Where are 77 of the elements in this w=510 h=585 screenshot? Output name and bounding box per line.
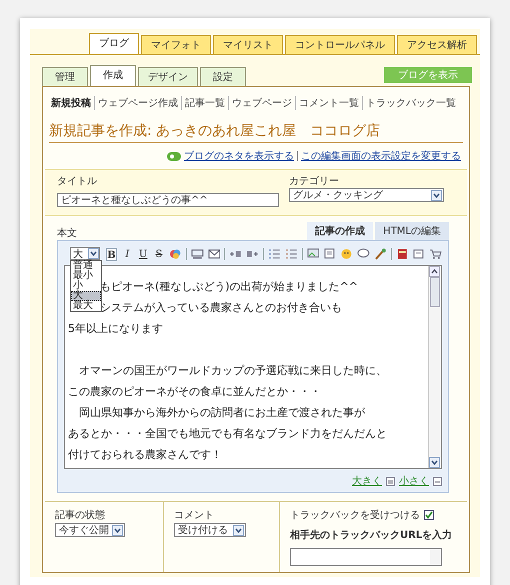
scroll-down-icon[interactable] — [429, 457, 440, 468]
numbered-list-icon[interactable] — [284, 248, 298, 260]
scrollbar[interactable] — [428, 266, 441, 468]
body-label: 本文 — [57, 226, 77, 240]
cart-icon[interactable] — [429, 248, 442, 260]
caret-icon[interactable] — [112, 524, 123, 536]
font-size-option[interactable]: 小 — [71, 281, 101, 291]
section-tab[interactable]: 作成 — [90, 65, 136, 86]
book-icon[interactable] — [396, 248, 408, 260]
category-label: カテゴリー — [289, 175, 340, 188]
editor-tab[interactable]: HTMLの編集 — [375, 222, 449, 240]
check-icon — [425, 511, 433, 519]
brush-icon[interactable] — [374, 248, 387, 260]
body-text-line: オマーンの国王がワールドカップの予選応戦に来日した時に、 — [78, 363, 387, 379]
page-heading: 新規記事を作成: あっきのあれ屋これ屋 ココログ店 — [49, 122, 463, 143]
image-icon[interactable] — [306, 248, 320, 260]
trackback-url-label: 相手先のトラックバックURLを入力 — [290, 528, 454, 542]
emoji-icon[interactable] — [340, 248, 353, 260]
expand-icon[interactable] — [386, 476, 395, 486]
body-text-line: あるとか・・・全国でも地元でも有名なブランド力をだんだんと — [68, 426, 387, 442]
help-link[interactable]: ブログのネタを表示する — [184, 149, 294, 163]
text-color-icon[interactable] — [168, 248, 182, 260]
indent-icon[interactable] — [229, 248, 242, 260]
format-button[interactable]: U — [137, 248, 150, 260]
caret-icon[interactable] — [233, 524, 244, 536]
body-text-line: もピオーネ(種なしぶどう)の出荷が始まりました^^ — [100, 279, 358, 295]
resize-link[interactable]: 大きく — [352, 474, 382, 488]
trackback-label: トラックバックを受けつける — [290, 508, 420, 522]
nav-tab[interactable]: アクセス解析 — [397, 35, 477, 54]
sub-nav-link[interactable]: 新規投稿 — [51, 96, 94, 110]
caret-icon[interactable] — [88, 248, 99, 259]
body-text-line: システムが入っている農家さんとのお付き合いも — [100, 300, 342, 316]
font-size-option[interactable]: 最大 — [71, 301, 101, 311]
sub-nav-link[interactable]: トラックバック一覧 — [362, 96, 459, 110]
format-button[interactable]: B — [106, 248, 118, 260]
category-select[interactable]: グルメ・クッキング — [289, 188, 444, 202]
font-size-option[interactable]: 最小 — [71, 271, 101, 281]
body-text-line: この農家のピオーネがその食卓に並んだとか・・・ — [68, 384, 321, 400]
trackback-url-field[interactable] — [290, 548, 442, 566]
mail-icon[interactable] — [208, 248, 220, 260]
sub-nav-link[interactable]: ウェブページ作成 — [94, 96, 181, 110]
editor-tab[interactable]: 記事の作成 — [307, 222, 374, 240]
box-icon[interactable] — [412, 248, 426, 260]
resize-link[interactable]: 小さく — [399, 474, 429, 488]
font-size-select[interactable]: 大 — [70, 247, 100, 260]
outdent-icon[interactable] — [246, 248, 259, 260]
help-link[interactable]: この編集画面の表示設定を変更する — [301, 149, 461, 163]
section-tab[interactable]: 管理 — [42, 67, 88, 86]
caret-icon[interactable] — [431, 190, 442, 200]
shrink-icon[interactable] — [433, 476, 442, 486]
sub-nav-link[interactable]: ウェブページ — [228, 96, 295, 110]
nav-tab[interactable]: マイフォト — [141, 35, 211, 54]
format-button[interactable]: S — [153, 248, 165, 260]
status-label: 記事の状態 — [55, 508, 106, 522]
body-text-line: 付けておられる農家さんです！ — [68, 447, 222, 463]
section-tab[interactable]: 設定 — [200, 67, 246, 86]
section-tab[interactable]: デザイン — [138, 67, 198, 86]
body-text-line: 岡山県知事から海外からの訪問者にお土産で渡された事が — [78, 405, 365, 421]
scrollbar-thumb[interactable] — [430, 277, 440, 307]
nav-tab[interactable]: ブログ — [89, 33, 139, 54]
nav-tab[interactable]: コントロールパネル — [285, 35, 395, 54]
speech-bubble-icon[interactable] — [356, 248, 370, 260]
bullet-list-icon[interactable] — [268, 248, 281, 260]
title-input[interactable]: ピオーネと種なしぶどうの事^^ — [57, 193, 279, 207]
title-label: タイトル — [57, 175, 98, 188]
file-icon[interactable] — [323, 248, 336, 260]
trackback-checkbox[interactable] — [424, 510, 434, 520]
comment-select[interactable]: 受け付ける — [174, 523, 246, 537]
comment-label: コメント — [174, 509, 215, 522]
sub-nav-link[interactable]: 記事一覧 — [181, 96, 228, 110]
status-select[interactable]: 今すぐ公開 — [55, 523, 125, 537]
sub-nav-link[interactable]: コメント一覧 — [295, 96, 362, 110]
scroll-up-icon[interactable] — [429, 266, 440, 277]
font-size-option[interactable]: 大 — [71, 291, 101, 301]
body-text-line: 5年以上になります — [68, 321, 163, 337]
nav-tab[interactable]: マイリスト — [213, 35, 283, 54]
format-button[interactable]: I — [121, 248, 134, 260]
